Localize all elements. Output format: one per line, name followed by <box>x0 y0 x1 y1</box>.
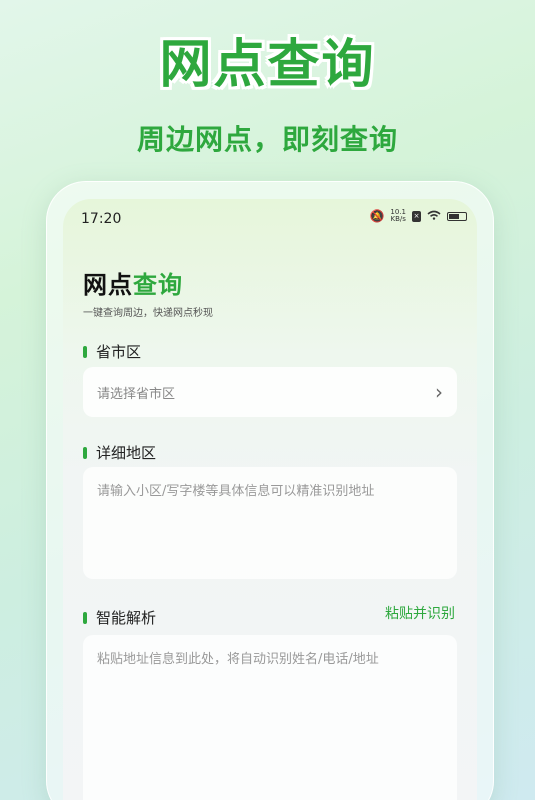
battery-icon <box>447 211 467 221</box>
address-section-label: 详细地区 <box>83 442 156 463</box>
page-title-main: 网点 <box>83 271 133 299</box>
mute-icon: 🔕 <box>369 209 385 223</box>
status-time: 17:20 <box>81 211 122 227</box>
network-speed-unit: KB/s <box>390 215 406 223</box>
region-select[interactable]: 请选择省市区 › <box>83 367 457 417</box>
network-speed: 10.1 KB/s <box>390 209 406 223</box>
status-icons: 🔕 10.1 KB/s × <box>369 209 467 223</box>
section-marker <box>83 345 87 358</box>
address-label: 详细地区 <box>96 444 157 462</box>
page-title-accent: 查询 <box>133 271 183 299</box>
section-marker <box>83 446 87 459</box>
sim-card-icon: × <box>412 210 421 222</box>
smart-parse-input[interactable]: 粘贴地址信息到此处，将自动识别姓名/电话/地址 <box>83 635 457 800</box>
promo-title: 网点查询 <box>159 35 376 95</box>
phone-frame: 17:20 🔕 10.1 KB/s × 网点查询 一键查询周边，快递网点秒现 省… <box>46 181 494 800</box>
region-section-label: 省市区 <box>83 341 141 362</box>
region-placeholder: 请选择省市区 <box>97 386 176 402</box>
chevron-right-icon: › <box>435 380 443 404</box>
section-marker <box>83 611 87 624</box>
region-label: 省市区 <box>96 343 142 361</box>
promo-subtitle: 周边网点，即刻查询 <box>136 123 398 156</box>
page-description: 一键查询周边，快递网点秒现 <box>83 308 213 319</box>
page-title: 网点查询 <box>83 265 183 300</box>
status-bar: 17:20 🔕 10.1 KB/s × <box>63 199 477 239</box>
paste-recognize-button[interactable]: 粘贴并识别 <box>385 603 455 623</box>
phone-screen: 17:20 🔕 10.1 KB/s × 网点查询 一键查询周边，快递网点秒现 省… <box>63 199 477 800</box>
address-input[interactable]: 请输入小区/写字楼等具体信息可以精准识别地址 <box>83 467 457 579</box>
smart-parse-placeholder: 粘贴地址信息到此处，将自动识别姓名/电话/地址 <box>97 652 379 667</box>
address-placeholder: 请输入小区/写字楼等具体信息可以精准识别地址 <box>97 484 375 499</box>
smart-parse-label: 智能解析 <box>96 609 157 627</box>
wifi-icon <box>427 210 441 223</box>
smart-parse-section-label: 智能解析 <box>83 607 156 628</box>
